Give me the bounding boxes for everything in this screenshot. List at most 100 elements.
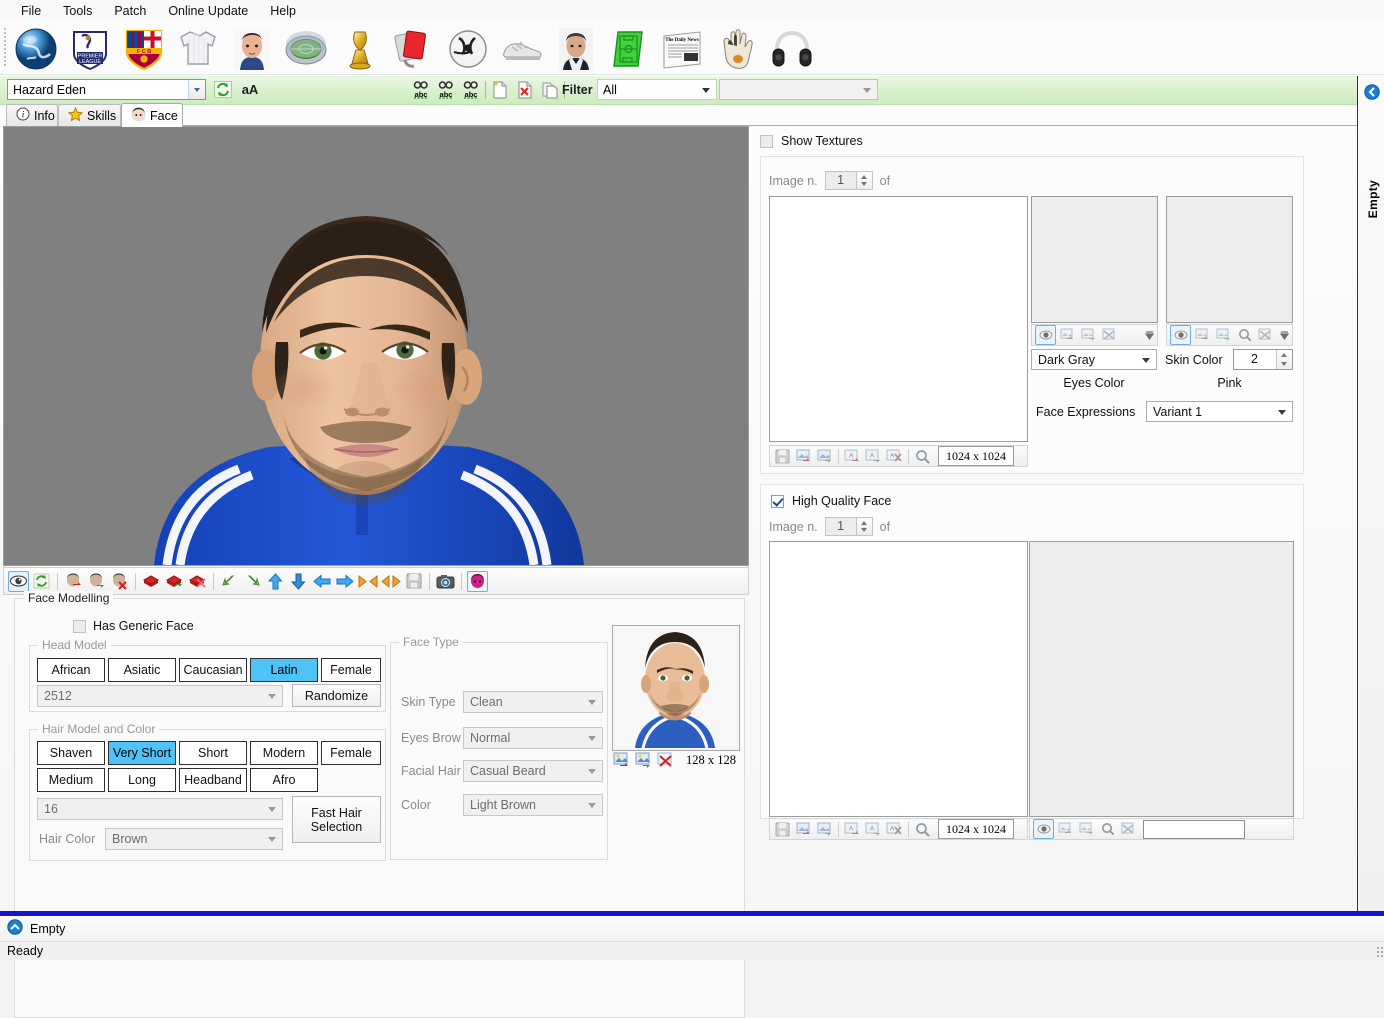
duplicate-record-icon[interactable] <box>539 80 561 100</box>
eye-preview-icon[interactable] <box>1035 325 1056 345</box>
find-prev-abc-icon[interactable]: abc <box>460 80 482 100</box>
hq-side-field[interactable] <box>1143 819 1245 839</box>
head-export-green-icon[interactable] <box>86 571 107 592</box>
refresh-model-icon[interactable] <box>31 571 52 592</box>
delete-alpha-icon[interactable]: A <box>885 447 904 465</box>
move-left-icon[interactable] <box>311 571 332 592</box>
hq-image-n-spinner[interactable]: 1 <box>824 517 873 536</box>
head-model-id-combobox[interactable]: 2512 <box>37 685 283 707</box>
delete-hq-icon[interactable] <box>1119 820 1138 838</box>
ball-icon[interactable] <box>442 24 494 73</box>
globe-icon[interactable] <box>10 24 62 73</box>
delete-record-icon[interactable] <box>514 80 536 100</box>
pink-overflow-icon[interactable] <box>1279 328 1290 343</box>
export-texture-icon[interactable] <box>815 447 834 465</box>
newspaper-icon[interactable]: The Daily News <box>658 24 710 73</box>
menu-item-patch[interactable]: Patch <box>103 2 157 20</box>
export-pink-icon[interactable] <box>1214 326 1233 344</box>
hair-long-button[interactable]: Long <box>108 768 176 792</box>
tab-face[interactable]: Face <box>121 103 183 127</box>
has-generic-face-checkbox[interactable] <box>73 619 86 633</box>
eyes-color-combobox[interactable]: Dark Gray <box>1031 349 1157 370</box>
import-pink-icon[interactable] <box>1193 326 1212 344</box>
texture-canvas[interactable] <box>769 196 1028 442</box>
import-texture-icon[interactable] <box>794 820 813 838</box>
eyes-brow-combobox[interactable]: Normal <box>463 727 603 749</box>
chevron-down-icon[interactable] <box>702 88 710 93</box>
shrink-horizontal-icon[interactable] <box>357 571 378 592</box>
zoom-pink-icon[interactable] <box>1235 326 1254 344</box>
move-up-icon[interactable] <box>265 571 286 592</box>
import-image-red-icon[interactable] <box>612 751 631 769</box>
boot-icon[interactable] <box>496 24 548 73</box>
hq-preview-canvas[interactable] <box>1029 541 1294 817</box>
stadium-icon[interactable] <box>280 24 332 73</box>
import-eye-icon[interactable] <box>1058 326 1077 344</box>
hair-short-button[interactable]: Short <box>179 741 247 765</box>
face-preview-icon[interactable] <box>467 570 488 592</box>
tab-info[interactable]: i Info <box>6 104 58 126</box>
match-case-button[interactable]: aA <box>238 79 262 100</box>
facial-hair-combobox[interactable]: Casual Beard <box>463 760 603 782</box>
export-image-green-icon[interactable] <box>634 751 653 769</box>
move-down-icon[interactable] <box>288 571 309 592</box>
has-generic-face-row[interactable]: Has Generic Face <box>73 619 194 633</box>
chevron-down-icon[interactable] <box>268 807 276 812</box>
face-3d-viewport[interactable] <box>3 126 749 566</box>
manager-portrait-icon[interactable] <box>550 24 602 73</box>
chevron-down-icon[interactable] <box>268 694 276 699</box>
hair-id-combobox[interactable]: 16 <box>37 798 283 820</box>
face-expressions-combobox[interactable]: Variant 1 <box>1146 401 1293 422</box>
delete-pink-icon[interactable] <box>1256 326 1275 344</box>
eye-preview-icon[interactable] <box>1033 819 1054 839</box>
resize-grip[interactable] <box>1376 946 1384 958</box>
hair-medium-button[interactable]: Medium <box>37 768 105 792</box>
toolbar-gripper[interactable] <box>3 27 7 67</box>
chevron-down-icon[interactable] <box>588 736 596 741</box>
import-alpha-icon[interactable]: A <box>843 820 862 838</box>
import-hq-icon[interactable] <box>1056 820 1075 838</box>
hair-shaven-button[interactable]: Shaven <box>37 741 105 765</box>
tab-skills[interactable]: Skills <box>58 104 121 126</box>
pink-texture-thumbnail[interactable] <box>1166 196 1293 323</box>
mesh-export-green-icon[interactable] <box>164 571 185 592</box>
cards-icon[interactable] <box>388 24 440 73</box>
export-alpha-icon[interactable]: A <box>864 447 883 465</box>
eyes-texture-thumbnail[interactable] <box>1031 196 1158 323</box>
head-model-african-button[interactable]: African <box>37 658 105 682</box>
menu-item-online-update[interactable]: Online Update <box>157 2 259 20</box>
goalkeeper-glove-icon[interactable] <box>712 24 764 73</box>
chevron-down-icon[interactable] <box>1142 357 1150 363</box>
expand-horizontal-icon[interactable] <box>380 571 401 592</box>
record-name-combobox[interactable]: Hazard Eden <box>7 79 206 100</box>
right-dock-label[interactable]: Empty <box>1366 180 1380 218</box>
headphones-icon[interactable] <box>766 24 818 73</box>
high-quality-face-checkbox[interactable] <box>771 494 784 508</box>
hair-color-combobox[interactable]: Brown <box>105 828 283 850</box>
hair-female-button[interactable]: Female <box>321 741 381 765</box>
club-crest-icon[interactable]: F C B <box>118 24 170 73</box>
hair-headband-button[interactable]: Headband <box>179 768 247 792</box>
zoom-hq-icon[interactable] <box>1098 820 1117 838</box>
export-eye-icon[interactable] <box>1079 326 1098 344</box>
export-texture-icon[interactable] <box>815 820 834 838</box>
back-arrow-icon[interactable] <box>1364 84 1380 103</box>
zoom-texture-icon[interactable] <box>913 820 932 838</box>
new-record-icon[interactable] <box>489 80 511 100</box>
save-icon[interactable] <box>403 571 424 592</box>
hair-very-short-button[interactable]: Very Short <box>108 741 176 765</box>
pitch-book-icon[interactable] <box>604 24 656 73</box>
rotate-back-right-icon[interactable] <box>242 571 263 592</box>
chevron-down-icon[interactable] <box>188 80 205 99</box>
hq-texture-canvas[interactable] <box>769 541 1028 817</box>
import-alpha-icon[interactable]: A <box>843 447 862 465</box>
show-textures-checkbox[interactable] <box>760 134 773 148</box>
eyes-overflow-icon[interactable] <box>1144 328 1155 343</box>
show-textures-row[interactable]: Show Textures <box>760 134 863 148</box>
delete-alpha-icon[interactable]: A <box>885 820 904 838</box>
import-texture-icon[interactable] <box>794 447 813 465</box>
filter-combobox[interactable]: All <box>597 79 717 100</box>
refresh-icon[interactable] <box>211 79 234 100</box>
texture-image-n-spinner[interactable]: 1 <box>824 171 873 190</box>
secondary-filter-combobox[interactable] <box>719 79 878 100</box>
